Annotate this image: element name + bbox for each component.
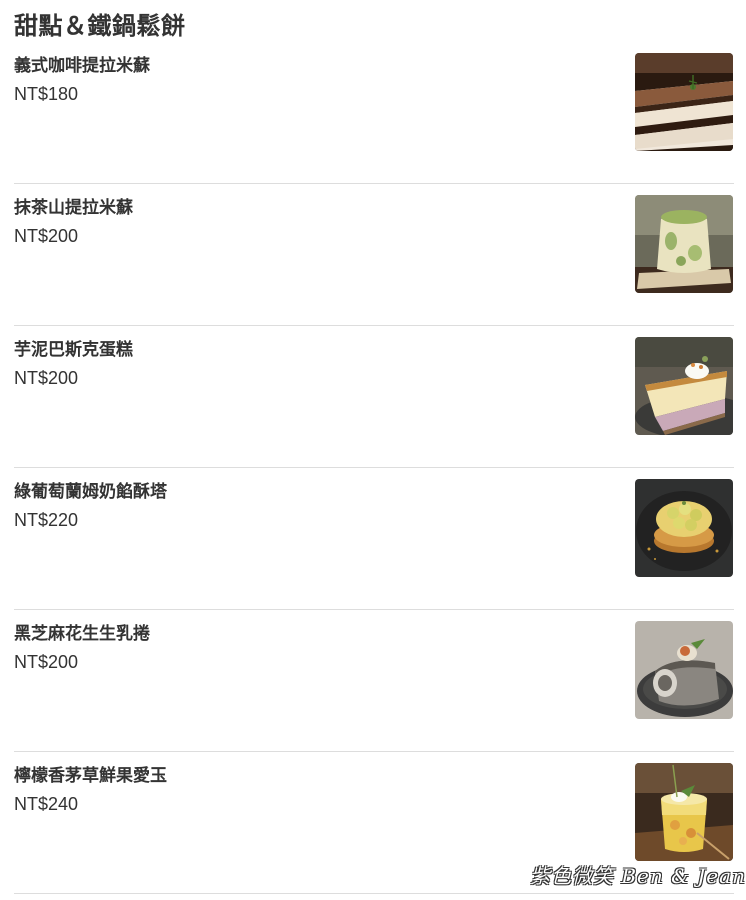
menu-item[interactable]: 抹茶山提拉米蘇 NT$200 [14, 184, 734, 326]
black-sesame-roll-photo[interactable] [635, 621, 733, 719]
item-name: 芋泥巴斯克蛋糕 [14, 340, 133, 360]
green-grape-tart-photo[interactable] [635, 479, 733, 577]
item-name: 義式咖啡提拉米蘇 [14, 56, 150, 76]
section-title: 甜點＆鐵鍋鬆餅 [14, 12, 186, 40]
lemongrass-aiyu-jelly-photo[interactable] [635, 763, 733, 861]
item-name: 黑芝麻花生生乳捲 [14, 624, 150, 644]
menu-item[interactable]: 義式咖啡提拉米蘇 NT$180 [14, 42, 734, 184]
item-price: NT$240 [14, 794, 79, 814]
menu-list: 義式咖啡提拉米蘇 NT$180 抹茶山提拉米蘇 NT$200 芋泥巴斯克蛋糕 N… [14, 42, 734, 894]
menu-item[interactable]: 芋泥巴斯克蛋糕 NT$200 [14, 326, 734, 468]
item-price: NT$200 [14, 368, 79, 388]
item-name: 抹茶山提拉米蘇 [14, 198, 133, 218]
matcha-tiramisu-photo[interactable] [635, 195, 733, 293]
item-price: NT$220 [14, 510, 79, 530]
item-price: NT$180 [14, 84, 79, 104]
item-price: NT$200 [14, 226, 79, 246]
menu-item[interactable]: 綠葡萄蘭姆奶餡酥塔 NT$220 [14, 468, 734, 610]
menu-item[interactable]: 黑芝麻花生生乳捲 NT$200 [14, 610, 734, 752]
tiramisu-photo[interactable] [635, 53, 733, 151]
item-price: NT$200 [14, 652, 79, 672]
taro-basque-cake-photo[interactable] [635, 337, 733, 435]
item-name: 綠葡萄蘭姆奶餡酥塔 [14, 482, 167, 502]
watermark: 紫色微笑 Ben & Jean [530, 864, 746, 888]
item-name: 檸檬香茅草鮮果愛玉 [14, 766, 167, 786]
